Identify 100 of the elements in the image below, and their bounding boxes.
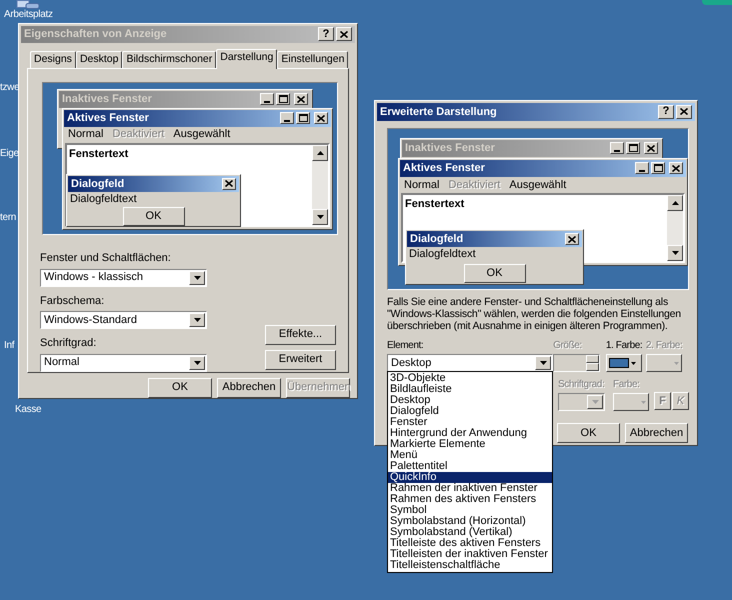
- maximize-icon: [298, 114, 308, 122]
- tab[interactable]: Designs: [30, 50, 76, 68]
- minimize-icon: [639, 170, 645, 172]
- button[interactable]: Effekte...: [265, 324, 336, 344]
- tab[interactable]: Darstellung: [216, 48, 278, 68]
- tab[interactable]: Einstellungen: [277, 50, 348, 68]
- dropdown[interactable]: Normal: [40, 354, 207, 372]
- scroll-down-button[interactable]: [667, 244, 683, 261]
- list-option[interactable]: Markierte Elemente: [388, 439, 552, 450]
- maximize-button[interactable]: [626, 142, 640, 154]
- menu-item[interactable]: Ausgewählt: [173, 126, 230, 143]
- button[interactable]: Abbrechen: [625, 423, 688, 443]
- color-picker-button[interactable]: [606, 354, 642, 372]
- button[interactable]: OK: [122, 207, 184, 226]
- minimize-button[interactable]: [260, 93, 274, 105]
- list-option[interactable]: Menü: [388, 450, 552, 461]
- down-arrow-icon: [540, 361, 546, 365]
- close-button[interactable]: [565, 233, 579, 246]
- dropdown[interactable]: Desktop: [387, 354, 553, 372]
- list-option[interactable]: Symbol: [388, 505, 552, 516]
- close-button[interactable]: [644, 142, 658, 154]
- list-option[interactable]: Bildlaufleiste: [388, 384, 552, 395]
- button[interactable]: OK: [557, 423, 620, 443]
- down-arrow-icon: [194, 318, 200, 322]
- list-option[interactable]: QuickInfo: [388, 472, 552, 483]
- scrollbar[interactable]: [312, 144, 328, 224]
- list-option[interactable]: Hintergrund der Anwendung: [388, 428, 552, 439]
- color-picker-button[interactable]: [613, 393, 649, 411]
- close-icon: [647, 144, 655, 152]
- desktop-icon-label[interactable]: tern: [0, 212, 16, 224]
- dropdown[interactable]: Windows - klassisch: [40, 268, 207, 286]
- dropdown-button[interactable]: [535, 356, 551, 370]
- spin-field[interactable]: [553, 354, 600, 372]
- close-icon: [340, 30, 348, 38]
- scrollbar[interactable]: [667, 194, 683, 261]
- caret-icon: [674, 362, 679, 364]
- list-option[interactable]: Symbolabstand (Vertikal): [388, 527, 552, 538]
- list-option[interactable]: Fenster: [388, 417, 552, 428]
- spin-up-button[interactable]: [586, 355, 600, 363]
- maximize-button[interactable]: [276, 93, 290, 105]
- desktop-icon-label[interactable]: Eige: [0, 148, 19, 160]
- close-button[interactable]: [676, 104, 692, 119]
- menu-item[interactable]: Normal: [404, 176, 440, 194]
- tab[interactable]: Desktop: [76, 50, 122, 68]
- dropdown-button[interactable]: [189, 270, 205, 284]
- down-arrow-icon: [316, 214, 324, 218]
- scroll-down-button[interactable]: [312, 208, 328, 224]
- field-label: Schriftgrad:: [40, 336, 98, 351]
- button[interactable]: Abbrechen: [217, 378, 281, 398]
- close-button[interactable]: [314, 112, 328, 124]
- button[interactable]: Erweitert: [265, 350, 336, 370]
- window-title: Eigenschaften von Anzeige: [24, 27, 168, 42]
- button[interactable]: OK: [148, 378, 212, 398]
- dropdown-button[interactable]: [189, 356, 205, 370]
- maximize-button[interactable]: [296, 112, 310, 124]
- dropdown-button[interactable]: [189, 313, 205, 327]
- dropdown-button[interactable]: [587, 395, 603, 409]
- list-option[interactable]: 3D-Objekte: [388, 373, 552, 384]
- list-option[interactable]: Titelleiste des aktiven Fensters: [388, 538, 552, 549]
- spin-down-button[interactable]: [586, 363, 600, 371]
- desktop-icon-label[interactable]: Inf: [4, 340, 14, 352]
- window-title: Inaktives Fenster: [62, 92, 153, 107]
- close-button[interactable]: [336, 27, 352, 42]
- minimize-icon: [264, 100, 270, 102]
- tab[interactable]: Bildschirmschoner: [122, 50, 216, 68]
- maximize-button[interactable]: [651, 162, 665, 174]
- close-button[interactable]: [222, 178, 236, 190]
- computer-icon: [14, 0, 40, 9]
- close-button[interactable]: [669, 162, 683, 174]
- list-option[interactable]: Titelleisten der inaktiven Fenster: [388, 549, 552, 560]
- help-button[interactable]: ?: [658, 104, 674, 119]
- list-option[interactable]: Palettentitel: [388, 461, 552, 472]
- menu-item[interactable]: Ausgewählt: [509, 176, 566, 194]
- field-label: Größe:: [553, 339, 583, 352]
- list-option[interactable]: Symbolabstand (Horizontal): [388, 516, 552, 527]
- scroll-up-button[interactable]: [312, 144, 328, 160]
- list-option[interactable]: Titelleistenschaltfläche: [388, 560, 552, 571]
- desktop-icon-label[interactable]: Kasse: [15, 404, 42, 416]
- desktop-icon-label[interactable]: Arbeitsplatz: [4, 9, 53, 21]
- minimize-button[interactable]: [635, 162, 649, 174]
- field-label: 2. Farbe:: [646, 339, 684, 352]
- field-label: Farbschema:: [40, 294, 106, 308]
- dropdown[interactable]: [558, 393, 605, 411]
- scroll-up-button[interactable]: [667, 194, 683, 211]
- help-button[interactable]: ?: [318, 27, 334, 42]
- close-icon: [568, 236, 576, 243]
- minimize-button[interactable]: [280, 112, 294, 124]
- field-label: Farbe:: [613, 378, 641, 391]
- list-option[interactable]: Dialogfeld: [388, 406, 552, 417]
- list-option[interactable]: Rahmen des aktiven Fensters: [388, 494, 552, 505]
- menu-item[interactable]: Normal: [68, 126, 104, 143]
- dropdown[interactable]: Windows-Standard: [40, 311, 207, 329]
- list-option[interactable]: Rahmen der inaktiven Fenster: [388, 483, 552, 494]
- close-icon: [297, 96, 305, 102]
- field-label: Element:: [387, 339, 424, 352]
- minimize-button[interactable]: [610, 142, 624, 154]
- button[interactable]: OK: [464, 264, 526, 284]
- up-arrow-icon: [316, 150, 324, 154]
- list-option[interactable]: Desktop: [388, 395, 552, 406]
- close-button[interactable]: [294, 93, 308, 105]
